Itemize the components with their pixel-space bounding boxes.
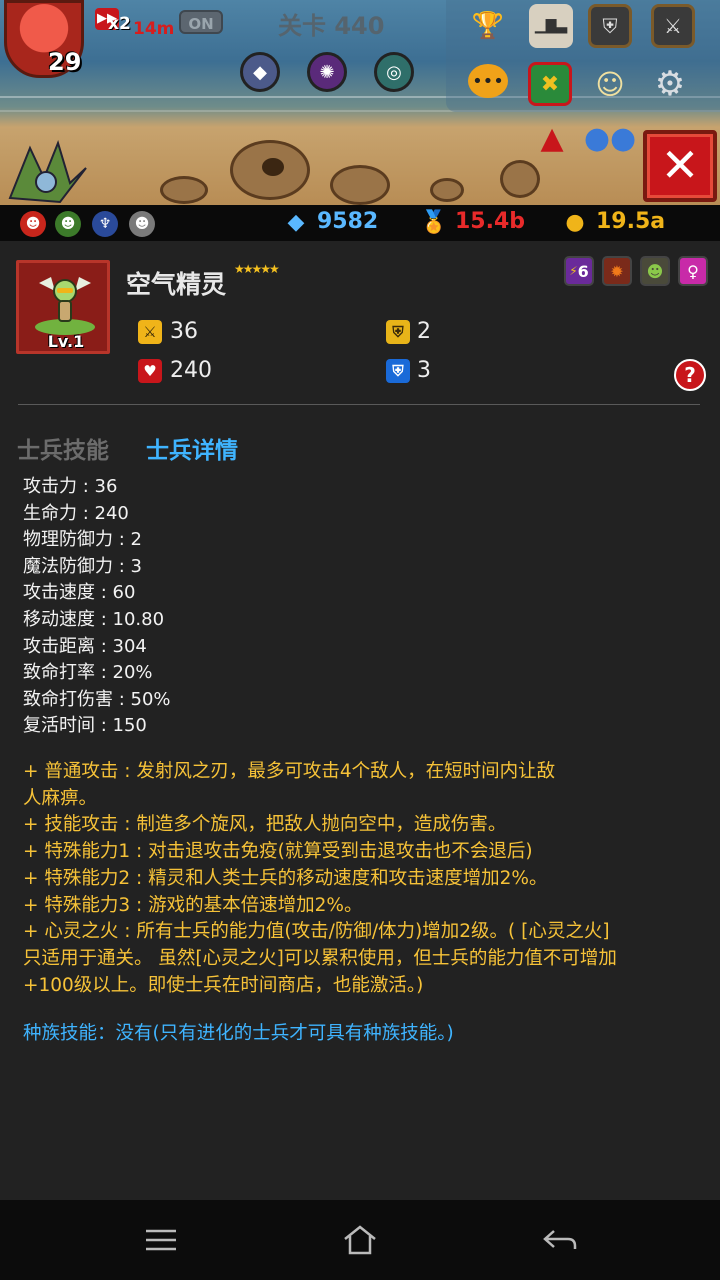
- stat-line: 魔法防御力 : 3: [23, 555, 142, 577]
- female-gender-icon[interactable]: ♀: [678, 256, 708, 286]
- trophy-icon[interactable]: 🏆: [466, 4, 510, 48]
- rock: [330, 165, 390, 205]
- lightning-icon: ⚡: [569, 264, 578, 278]
- medal-count: 15.4b: [455, 209, 526, 234]
- angel-icon[interactable]: ☺: [588, 62, 632, 106]
- diamond-icon: ◆: [287, 210, 305, 235]
- stat-line: 致命打伤害 : 50%: [23, 688, 171, 710]
- attack-value: 36: [170, 319, 198, 344]
- physical-defense-shield-icon: ⛨: [386, 320, 410, 344]
- rock: [430, 178, 464, 202]
- air-spirit-sprite: [35, 277, 95, 335]
- speed-timer: 14m: [133, 19, 175, 39]
- gold-coin-icon: ●: [565, 210, 585, 235]
- chat-icon[interactable]: •••: [468, 64, 508, 98]
- armor-book-icon[interactable]: ⛨: [588, 4, 632, 48]
- medal-icon: 🏅: [420, 210, 448, 235]
- menu-icon[interactable]: [139, 1220, 183, 1260]
- stat-line: 攻击力 : 36: [23, 476, 118, 497]
- system-nav-bar: [0, 1200, 720, 1280]
- race-face-icon[interactable]: ☻: [640, 256, 670, 286]
- diamond-count: 9582: [317, 209, 379, 234]
- description-line: + 特殊能力1 : 对击退攻击免疫(就算受到击退攻击也不会退后): [23, 841, 533, 863]
- description-line: 人麻痹。: [23, 787, 98, 809]
- fire-element-icon[interactable]: ✹: [602, 256, 632, 286]
- description-line: +100级以上。即使士兵在时间商店，也能激活。): [23, 974, 424, 996]
- tab-soldier-skills[interactable]: 士兵技能: [17, 431, 109, 465]
- team-unit-icon[interactable]: ♆: [92, 211, 118, 237]
- battle-scene: 29 ▶▶ x2 14m ON 关卡 440 ◆ ✺ ◎ 🏆 ▁▇▃ ⛨ ⚔ •…: [0, 0, 720, 205]
- back-icon[interactable]: [538, 1220, 582, 1260]
- health-heart-icon: ♥: [138, 359, 162, 383]
- skill-slot-icon[interactable]: ✺: [307, 52, 347, 92]
- ranking-podium-icon[interactable]: ▁▇▃: [529, 4, 573, 48]
- stat-line: 攻击速度 : 60: [23, 582, 136, 604]
- rock-hole: [262, 158, 284, 176]
- magic-defense-shield-icon: ⛨: [386, 359, 410, 383]
- attack-sword-icon: ⚔: [138, 320, 162, 344]
- description-line: + 特殊能力3 : 游戏的基本倍速增加2%。: [23, 894, 363, 916]
- magic-defense-value: 3: [417, 358, 431, 383]
- description-line: + 心灵之火 : 所有士兵的能力值(攻击/防御/体力)增加2级。( [心灵之火]: [23, 921, 610, 943]
- rock: [500, 160, 540, 198]
- stat-line: 致命打率 : 20%: [23, 662, 153, 684]
- unit-level-label: Lv.1: [47, 332, 85, 351]
- unit-star-rating: ★★★★★: [234, 262, 280, 276]
- gold-count: 19.5a: [596, 209, 666, 234]
- team-unit-icon[interactable]: ☻: [129, 211, 155, 237]
- trait-count: 6: [577, 261, 589, 281]
- auto-toggle[interactable]: ON: [179, 10, 223, 34]
- warning-triangle-icon[interactable]: ▲: [530, 116, 574, 160]
- gear-icon[interactable]: ⚙: [648, 62, 692, 106]
- stat-line: 生命力 : 240: [23, 502, 129, 524]
- ability-description: + 普通攻击 : 发射风之刃，最多可攻击4个敌人，在短时间内让敌 人麻痹。 + …: [23, 759, 713, 999]
- close-button[interactable]: ✕: [643, 130, 717, 202]
- ghost-friends-icon[interactable]: ●●: [584, 116, 636, 160]
- shop-chest-icon[interactable]: ✖: [528, 62, 572, 106]
- description-line: + 技能攻击 : 制造多个旋风，把敌人抛向空中，造成伤害。: [23, 814, 507, 836]
- physical-defense-value: 2: [417, 319, 431, 344]
- home-icon[interactable]: [338, 1220, 382, 1260]
- stage-title: 关卡 440: [278, 12, 385, 40]
- description-line: + 普通攻击 : 发射风之刃，最多可攻击4个敌人，在短时间内让敌: [23, 761, 556, 782]
- enemy-sprite: [8, 139, 87, 204]
- description-line: 只适用于通关。 虽然[心灵之火]可以累积使用，但士兵的能力值不可增加: [23, 947, 617, 969]
- player-level: 29: [48, 48, 82, 76]
- stat-line: 物理防御力 : 2: [23, 529, 142, 551]
- skill-slot-icon[interactable]: ◆: [240, 52, 280, 92]
- tab-soldier-details[interactable]: 士兵详情: [146, 431, 238, 465]
- stat-line: 复活时间 : 150: [23, 715, 147, 737]
- unit-name: 空气精灵: [126, 270, 227, 299]
- stat-line: 移动速度 : 10.80: [23, 608, 165, 630]
- health-value: 240: [170, 358, 212, 383]
- trait-count-badge[interactable]: ⚡ 6: [564, 256, 594, 286]
- help-button[interactable]: ?: [674, 359, 706, 391]
- description-line: + 特殊能力2 : 精灵和人类士兵的移动速度和攻击速度增加2%。: [23, 867, 548, 889]
- stat-line: 攻击距离 : 304: [23, 635, 147, 657]
- speed-multiplier: x2: [108, 14, 131, 34]
- weapon-book-icon[interactable]: ⚔: [651, 4, 695, 48]
- race-skill-text: 种族技能：没有(只有进化的士兵才可具有种族技能。): [23, 1023, 454, 1044]
- unit-portrait: Lv.1: [16, 260, 110, 354]
- skill-slot-icon[interactable]: ◎: [374, 52, 414, 92]
- team-unit-icon[interactable]: ☻: [55, 211, 81, 237]
- team-unit-icon[interactable]: ☻: [20, 211, 46, 237]
- stats-list: 攻击力 : 36 生命力 : 240 物理防御力 : 2 魔法防御力 : 3 攻…: [23, 474, 171, 740]
- rock: [160, 176, 208, 204]
- resource-bar: ☻ ☻ ♆ ☻ ◆ 9582 🏅 15.4b ● 19.5a: [0, 205, 720, 241]
- divider: [18, 404, 700, 405]
